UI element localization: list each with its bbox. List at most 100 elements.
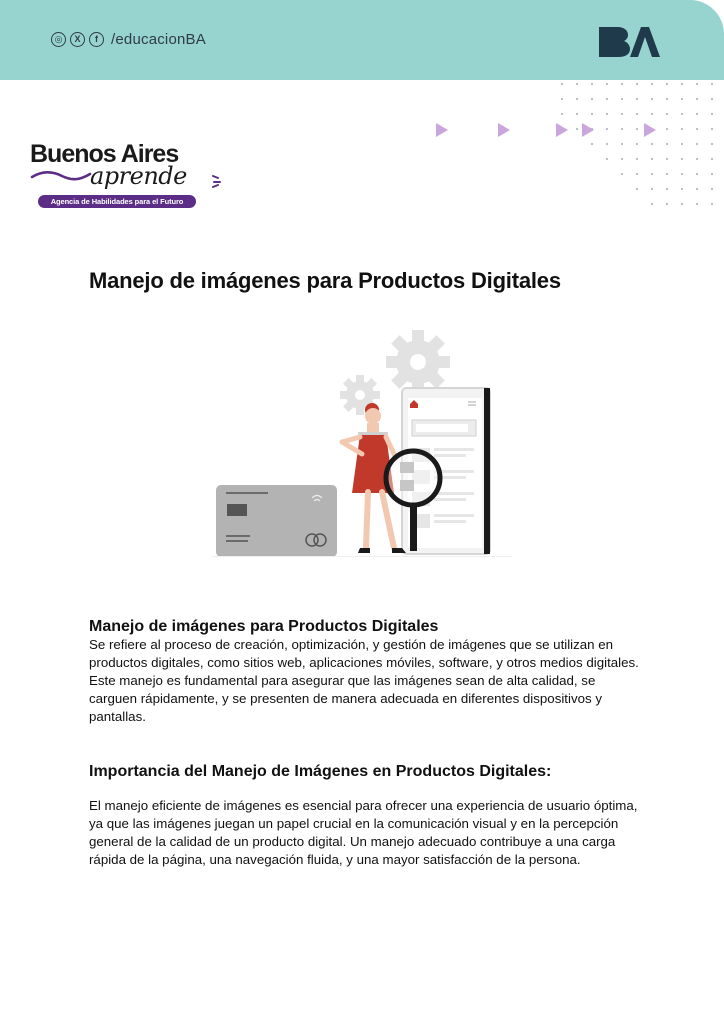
decor-dot (605, 157, 609, 161)
decor-dot (560, 97, 564, 101)
decor-dot (590, 112, 594, 116)
decor-dot (665, 157, 669, 161)
decor-dot (620, 112, 624, 116)
decor-dot (650, 187, 654, 191)
decor-dot (620, 172, 624, 176)
section-importance: Importancia del Manejo de Imágenes en Pr… (89, 762, 641, 869)
decor-dot (695, 82, 699, 86)
play-arrow-icon (498, 123, 510, 137)
decor-dot (650, 142, 654, 146)
decor-dot (695, 172, 699, 176)
social-handle[interactable]: /educacionBA (111, 31, 206, 48)
decor-dot (605, 82, 609, 86)
logo-line-2: aprende (90, 162, 187, 190)
decor-dot (680, 142, 684, 146)
decor-dot (680, 157, 684, 161)
decor-dot (635, 112, 639, 116)
x-icon[interactable]: X (70, 32, 85, 47)
decor-dot (680, 112, 684, 116)
decor-dot (620, 82, 624, 86)
decor-dot (620, 142, 624, 146)
logo-sparkle-icon (212, 175, 221, 188)
decor-dot (635, 97, 639, 101)
decor-dot (710, 127, 714, 131)
decor-dot (650, 112, 654, 116)
decor-dot (560, 82, 564, 86)
decor-dot (680, 97, 684, 101)
decor-dot (665, 202, 669, 206)
decor-dot (650, 157, 654, 161)
logo-swoosh-icon (30, 171, 92, 181)
decor-dot (695, 142, 699, 146)
decor-dot (710, 112, 714, 116)
instagram-icon[interactable]: ◎ (51, 32, 66, 47)
decor-dot (710, 142, 714, 146)
play-arrow-icon (644, 123, 656, 137)
decor-dot (635, 157, 639, 161)
decor-dot (680, 172, 684, 176)
dot-grid-decoration (560, 82, 714, 206)
decor-dot (680, 187, 684, 191)
logo-tagline-badge: Agencia de Habilidades para el Futuro (38, 195, 196, 208)
decor-dot (710, 82, 714, 86)
decor-dot (680, 127, 684, 131)
decor-dot (710, 97, 714, 101)
section-body: Se refiere al proceso de creación, optim… (89, 637, 639, 724)
decor-dot (665, 142, 669, 146)
decor-dot (605, 142, 609, 146)
facebook-icon[interactable]: f (89, 32, 104, 47)
decor-dot (620, 157, 624, 161)
hero-illustration (212, 330, 512, 557)
decor-dot (605, 112, 609, 116)
decor-dot (575, 112, 579, 116)
decor-dot (590, 142, 594, 146)
decor-dot (590, 97, 594, 101)
header-bar: ◎ X f /educacionBA (0, 0, 724, 80)
ba-logo (599, 27, 660, 57)
decor-dot (650, 82, 654, 86)
decor-dot (665, 127, 669, 131)
section-heading: Importancia del Manejo de Imágenes en Pr… (89, 763, 552, 780)
section-heading: Manejo de imágenes para Productos Digita… (89, 618, 439, 635)
decor-dot (710, 187, 714, 191)
decor-dot (560, 112, 564, 116)
decor-dot (665, 82, 669, 86)
section-definition: Manejo de imágenes para Productos Digita… (89, 617, 641, 726)
gear-icon (386, 330, 450, 394)
decor-dot (710, 202, 714, 206)
decor-dot (695, 202, 699, 206)
decor-dot (620, 97, 624, 101)
buenos-aires-aprende-logo: Buenos Aires aprende Agencia de Habilida… (30, 140, 230, 212)
decor-dot (665, 112, 669, 116)
decor-dot (635, 187, 639, 191)
play-arrow-icon (436, 123, 448, 137)
credit-card-icon (216, 485, 337, 557)
arrow-decoration (436, 123, 656, 137)
decor-dot (635, 172, 639, 176)
decor-dot (605, 97, 609, 101)
decor-dot (680, 82, 684, 86)
decor-dot (710, 157, 714, 161)
decor-dot (665, 187, 669, 191)
decor-dot (665, 97, 669, 101)
decor-dot (695, 157, 699, 161)
decor-dot (650, 97, 654, 101)
content-area: Manejo de imágenes para Productos Digita… (89, 617, 641, 869)
decor-dot (575, 82, 579, 86)
decor-dot (635, 142, 639, 146)
social-links: ◎ X f /educacionBA (51, 31, 206, 48)
decor-dot (650, 172, 654, 176)
decor-dot (695, 112, 699, 116)
decor-dot (590, 82, 594, 86)
play-arrow-icon (556, 123, 568, 137)
decor-dot (635, 82, 639, 86)
section-body: El manejo eficiente de imágenes es esenc… (89, 798, 638, 867)
decor-dot (665, 172, 669, 176)
decor-dot (650, 202, 654, 206)
play-arrow-icon (582, 123, 594, 137)
decor-dot (695, 187, 699, 191)
decor-dot (695, 127, 699, 131)
decor-dot (695, 97, 699, 101)
decor-dot (710, 172, 714, 176)
decor-dot (575, 97, 579, 101)
